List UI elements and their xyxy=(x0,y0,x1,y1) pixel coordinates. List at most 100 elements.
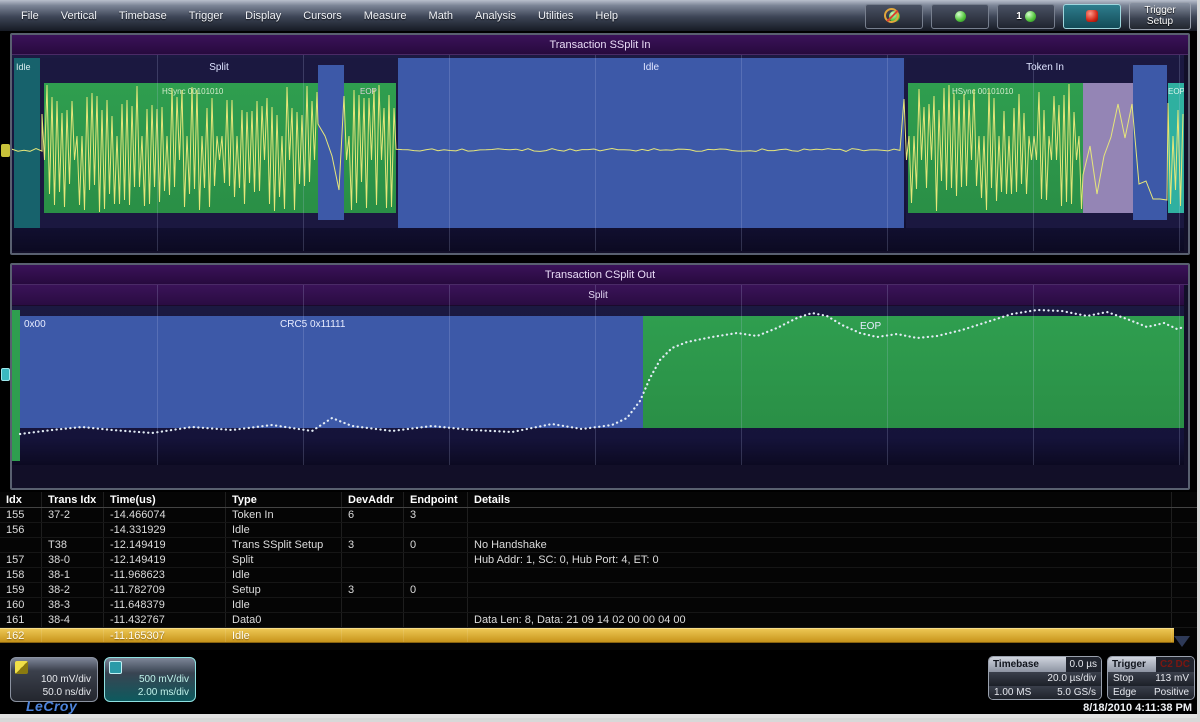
normal-trigger-icon xyxy=(955,11,966,22)
lecroy-logo: LeCroy xyxy=(26,698,77,714)
trace2-color-icon xyxy=(109,661,122,674)
table-cell xyxy=(342,553,404,567)
status-bar: 100 mV/div 50.0 ns/div 500 mV/div 2.00 m… xyxy=(0,650,1200,718)
table-cell: -11.782709 xyxy=(104,583,226,597)
menu-items: FileVerticalTimebaseTriggerDisplayCursor… xyxy=(0,6,629,25)
timebase-offset: 0.0 µs xyxy=(1066,657,1101,672)
table-cell: Setup xyxy=(226,583,342,597)
trace-descriptor-box-2[interactable]: 500 mV/div 2.00 ms/div xyxy=(104,657,196,702)
table-cell: 155 xyxy=(0,508,42,522)
panel-top-waveform-area[interactable]: Idle Split Idle Token In HSync 00101010 … xyxy=(12,55,1184,251)
trigger-level: 113 mV xyxy=(1155,672,1189,686)
menu-item-help[interactable]: Help xyxy=(584,6,629,25)
menu-item-utilities[interactable]: Utilities xyxy=(527,6,584,25)
trace2-vdiv: 500 mV/div xyxy=(111,673,189,686)
table-cell: 162 xyxy=(0,629,42,642)
table-cell: -11.648379 xyxy=(104,598,226,612)
trigger-source-badge: C2 DC xyxy=(1156,657,1194,672)
table-row[interactable]: 16038-3-11.648379Idle xyxy=(0,598,1200,613)
table-row[interactable]: 15537-2-14.466074Token In63 xyxy=(0,508,1200,523)
table-cell xyxy=(468,523,1172,537)
transaction-panel-bottom[interactable]: Transaction CSplit Out Split 0x00 CRC5 0… xyxy=(10,263,1190,490)
table-cell: 3 xyxy=(342,583,404,597)
idle-label: Idle xyxy=(398,62,904,73)
table-cell xyxy=(404,629,468,642)
timebase-box[interactable]: Timebase 0.0 µs 20.0 µs/div 1.00 MS 5.0 … xyxy=(988,656,1102,700)
table-cell: 3 xyxy=(342,538,404,552)
menu-item-analysis[interactable]: Analysis xyxy=(464,6,527,25)
timebase-rate: 5.0 GS/s xyxy=(1057,686,1096,700)
table-cell xyxy=(468,568,1172,582)
table-cell: 3 xyxy=(404,508,468,522)
addr-label: 0x00 xyxy=(24,319,46,330)
segment-green-strip xyxy=(12,310,20,461)
table-cell: -12.149419 xyxy=(104,553,226,567)
scroll-down-icon[interactable] xyxy=(1174,636,1190,647)
table-cell: Data Len: 8, Data: 21 09 14 02 00 00 04 … xyxy=(468,613,1172,627)
single-count-label: 1 xyxy=(1016,11,1022,22)
menu-item-measure[interactable]: Measure xyxy=(353,6,418,25)
col-header-endpoint: Endpoint xyxy=(404,492,468,507)
table-row[interactable]: 16138-4-11.432767Data0Data Len: 8, Data:… xyxy=(0,613,1200,628)
segment-split-band-2: Split xyxy=(12,285,1184,306)
panel-bottom-waveform-area[interactable]: Split 0x00 CRC5 0x11111 EOP xyxy=(12,285,1184,465)
menu-item-cursors[interactable]: Cursors xyxy=(292,6,353,25)
table-cell: Data0 xyxy=(226,613,342,627)
trigger-normal-button[interactable] xyxy=(931,4,989,29)
table-cell: -12.149419 xyxy=(104,538,226,552)
trigger-setup-button[interactable]: Trigger Setup xyxy=(1129,2,1191,30)
menu-item-vertical[interactable]: Vertical xyxy=(50,6,108,25)
single-trigger-icon xyxy=(1025,11,1036,22)
table-cell: Trans SSplit Setup xyxy=(226,538,342,552)
table-row[interactable]: T38-12.149419Trans SSplit Setup30No Hand… xyxy=(0,538,1200,553)
table-row[interactable]: 15938-2-11.782709Setup30 xyxy=(0,583,1200,598)
table-row[interactable]: 156-14.331929Idle xyxy=(0,523,1200,538)
trigger-single-button[interactable]: 1 xyxy=(997,4,1055,29)
table-row[interactable]: 15738-0-12.149419SplitHub Addr: 1, SC: 0… xyxy=(0,553,1200,568)
transaction-panel-top[interactable]: Transaction SSplit In Idle Split Idle To… xyxy=(10,33,1190,255)
table-cell xyxy=(468,629,1172,642)
eop-label-mid: EOP xyxy=(360,87,377,96)
table-body: 15537-2-14.466074Token In63156-14.331929… xyxy=(0,508,1200,643)
segment-green-block xyxy=(643,316,1184,428)
trace-descriptor-box-1[interactable]: 100 mV/div 50.0 ns/div xyxy=(10,657,98,702)
table-cell: -11.968623 xyxy=(104,568,226,582)
menu-item-display[interactable]: Display xyxy=(234,6,292,25)
table-cell: 38-3 xyxy=(42,598,104,612)
timebase-perdiv: 20.0 µs/div xyxy=(1047,672,1096,686)
menu-item-math[interactable]: Math xyxy=(418,6,464,25)
datetime-label: 8/18/2010 4:11:38 PM xyxy=(1083,702,1192,714)
menu-item-file[interactable]: File xyxy=(10,6,50,25)
trigger-slope: Positive xyxy=(1154,686,1189,700)
trigger-stop-button[interactable] xyxy=(1063,4,1121,29)
table-cell xyxy=(42,523,104,537)
trace-marker-top xyxy=(1,144,10,157)
table-cell: 38-4 xyxy=(42,613,104,627)
table-cell xyxy=(404,613,468,627)
no-slash-icon xyxy=(884,8,899,23)
hsync-label-right: HSync 00101010 xyxy=(952,87,1013,96)
col-header-type: Type xyxy=(226,492,342,507)
table-cell: No Handshake xyxy=(468,538,1172,552)
trigger-auto-button[interactable] xyxy=(865,4,923,29)
menu-item-timebase[interactable]: Timebase xyxy=(108,6,178,25)
transaction-table: Idx Trans Idx Time(us) Type DevAddr Endp… xyxy=(0,492,1200,650)
table-cell xyxy=(342,613,404,627)
table-cell: 159 xyxy=(0,583,42,597)
table-cell: -14.466074 xyxy=(104,508,226,522)
segment-blue-block xyxy=(20,316,643,428)
hsync-label-left: HSync 00101010 xyxy=(162,87,223,96)
menu-bar: FileVerticalTimebaseTriggerDisplayCursor… xyxy=(0,0,1197,31)
table-row[interactable]: 162-11.165307Idle xyxy=(0,628,1174,643)
table-cell: 38-1 xyxy=(42,568,104,582)
table-cell: Idle xyxy=(226,629,342,642)
menu-item-trigger[interactable]: Trigger xyxy=(178,6,234,25)
trigger-box[interactable]: Trigger C2 DC Stop 113 mV Edge Positive xyxy=(1107,656,1195,700)
timebase-label: Timebase xyxy=(989,657,1066,672)
col-header-devaddr: DevAddr xyxy=(342,492,404,507)
col-header-idx: Idx xyxy=(0,492,42,507)
crc-label: CRC5 0x11111 xyxy=(280,319,345,330)
table-cell: 156 xyxy=(0,523,42,537)
table-row[interactable]: 15838-1-11.968623Idle xyxy=(0,568,1200,583)
table-cell: -11.432767 xyxy=(104,613,226,627)
